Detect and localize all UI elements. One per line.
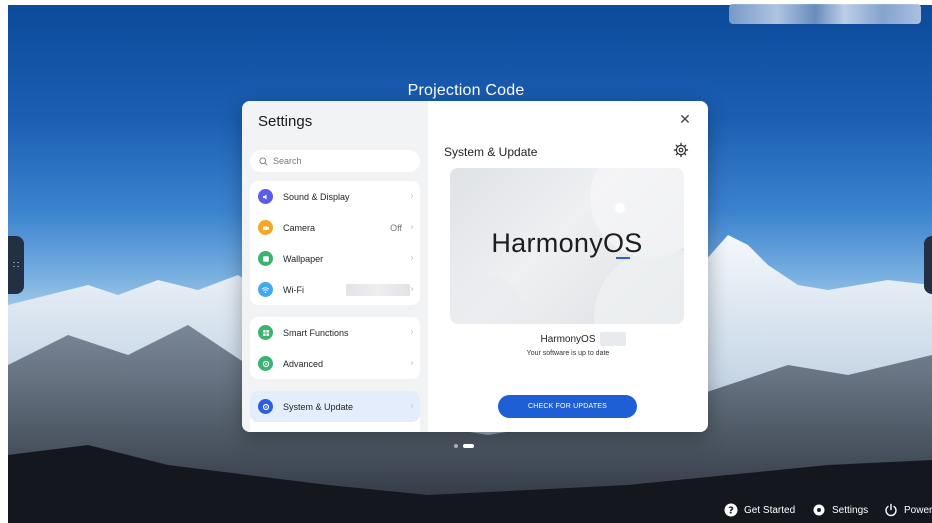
page-dot-active[interactable]: [463, 444, 474, 448]
volume-icon: [258, 189, 273, 204]
power-icon: [885, 503, 897, 517]
left-side-handle[interactable]: ∷: [8, 236, 24, 294]
help-icon: ?: [724, 503, 738, 517]
sidebar-item-system-update[interactable]: System & Update ›: [250, 391, 420, 422]
chevron-right-icon: ›: [410, 191, 414, 202]
search-icon: [259, 156, 268, 165]
sidebar-item-sound-display[interactable]: Sound & Display ›: [250, 181, 420, 212]
advanced-icon: [258, 356, 273, 371]
power-label: Power: [904, 504, 932, 516]
wifi-icon: [258, 282, 273, 297]
settings-dock-button[interactable]: Settings: [812, 502, 868, 518]
check-for-updates-button[interactable]: CHECK FOR UPDATES: [498, 395, 637, 418]
gear-icon: [813, 504, 825, 516]
chevron-right-icon: ›: [410, 253, 414, 264]
gear-icon[interactable]: [673, 142, 689, 158]
update-status-text: Your software is up to date: [526, 350, 610, 357]
grid-icon: ∷: [12, 259, 20, 271]
search-input[interactable]: Search: [250, 150, 420, 172]
sidebar-item-smart-functions[interactable]: Smart Functions ›: [250, 317, 420, 348]
chevron-right-icon: ›: [410, 284, 414, 295]
chevron-right-icon: ›: [410, 222, 414, 233]
projection-code-title: Projection Code: [407, 82, 525, 99]
wifi-network-name-blurred: [346, 284, 410, 296]
get-started-button[interactable]: ? Get Started: [724, 502, 795, 518]
close-button[interactable]: ✕: [676, 111, 694, 129]
right-side-handle[interactable]: [924, 236, 932, 294]
sidebar-item-label: Smart Functions: [283, 327, 349, 338]
sidebar-item-label: Sound & Display: [283, 191, 350, 202]
settings-group-1: Sound & Display › Camera Off › Wallpaper…: [250, 181, 420, 305]
status-bar-blurred: [729, 4, 921, 24]
detail-title: System & Update: [444, 145, 538, 159]
os-version-number-blurred: [600, 332, 626, 346]
page-indicator: [454, 444, 474, 448]
harmonyos-banner: HarmonyOS: [450, 168, 684, 324]
chevron-right-icon: ›: [410, 401, 414, 412]
search-placeholder: Search: [273, 156, 302, 166]
wallpaper-icon: [258, 251, 273, 266]
settings-group-3: System & Update ›: [250, 391, 420, 432]
settings-title: Settings: [258, 113, 313, 130]
sidebar-item-label: Camera: [283, 222, 316, 233]
chevron-right-icon: ›: [410, 327, 414, 338]
sidebar-item-wifi[interactable]: Wi-Fi ›: [250, 274, 420, 305]
svg-text:?: ?: [728, 506, 734, 517]
sidebar-item-label: Wallpaper: [283, 253, 324, 264]
harmonyos-logo: HarmonyOS: [491, 228, 643, 258]
get-started-label: Get Started: [744, 504, 796, 516]
os-version-name: HarmonyOS: [540, 334, 596, 345]
smart-functions-icon: [258, 325, 273, 340]
sidebar-item-label: Advanced: [283, 358, 324, 369]
power-button[interactable]: Power: [884, 502, 932, 518]
settings-sidebar: Settings Search Sound & Display › Camera: [242, 101, 428, 432]
detail-pane: ✕ System & Update HarmonyOS HarmonyOS Yo…: [428, 101, 708, 432]
chevron-right-icon: ›: [410, 358, 414, 369]
system-update-icon: [258, 399, 273, 414]
logo-underline: [616, 257, 630, 259]
sidebar-item-label: Wi-Fi: [283, 284, 304, 295]
sidebar-item-camera[interactable]: Camera Off ›: [250, 212, 420, 243]
sidebar-item-label: System & Update: [283, 401, 354, 412]
page-dot[interactable]: [454, 444, 458, 448]
camera-icon: [258, 220, 273, 235]
sidebar-item-wallpaper[interactable]: Wallpaper ›: [250, 243, 420, 274]
settings-dock-label: Settings: [832, 504, 869, 516]
settings-group-2: Smart Functions › Advanced ›: [250, 317, 420, 379]
camera-status-value: Off: [390, 223, 402, 233]
sidebar-item-advanced[interactable]: Advanced ›: [250, 348, 420, 379]
settings-dialog: Settings Search Sound & Display › Camera: [242, 101, 708, 432]
close-icon: ✕: [679, 112, 691, 128]
